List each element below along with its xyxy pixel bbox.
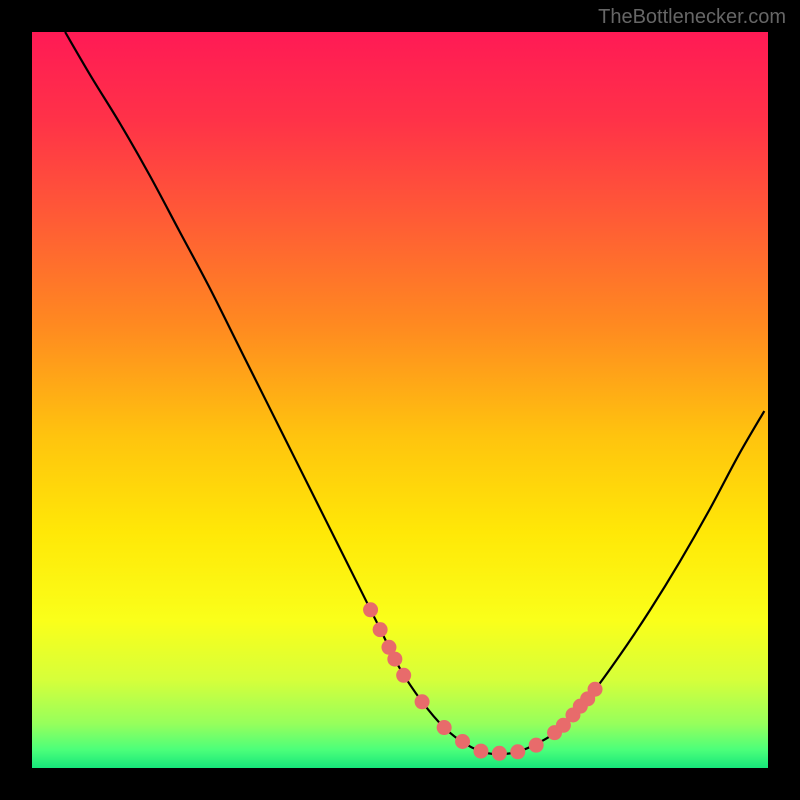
data-point-marker [415, 694, 430, 709]
data-point-marker [437, 720, 452, 735]
chart-plot-area [32, 32, 768, 768]
chart-svg [32, 32, 768, 768]
watermark-text: TheBottlenecker.com [598, 6, 786, 29]
data-point-marker [387, 652, 402, 667]
data-point-marker [492, 746, 507, 761]
data-point-marker [455, 734, 470, 749]
data-point-marker [529, 738, 544, 753]
data-point-marker [396, 668, 411, 683]
data-point-marker [373, 622, 388, 637]
data-point-marker [363, 602, 378, 617]
data-point-marker [510, 744, 525, 759]
data-point-marker [473, 744, 488, 759]
data-point-marker [588, 682, 603, 697]
